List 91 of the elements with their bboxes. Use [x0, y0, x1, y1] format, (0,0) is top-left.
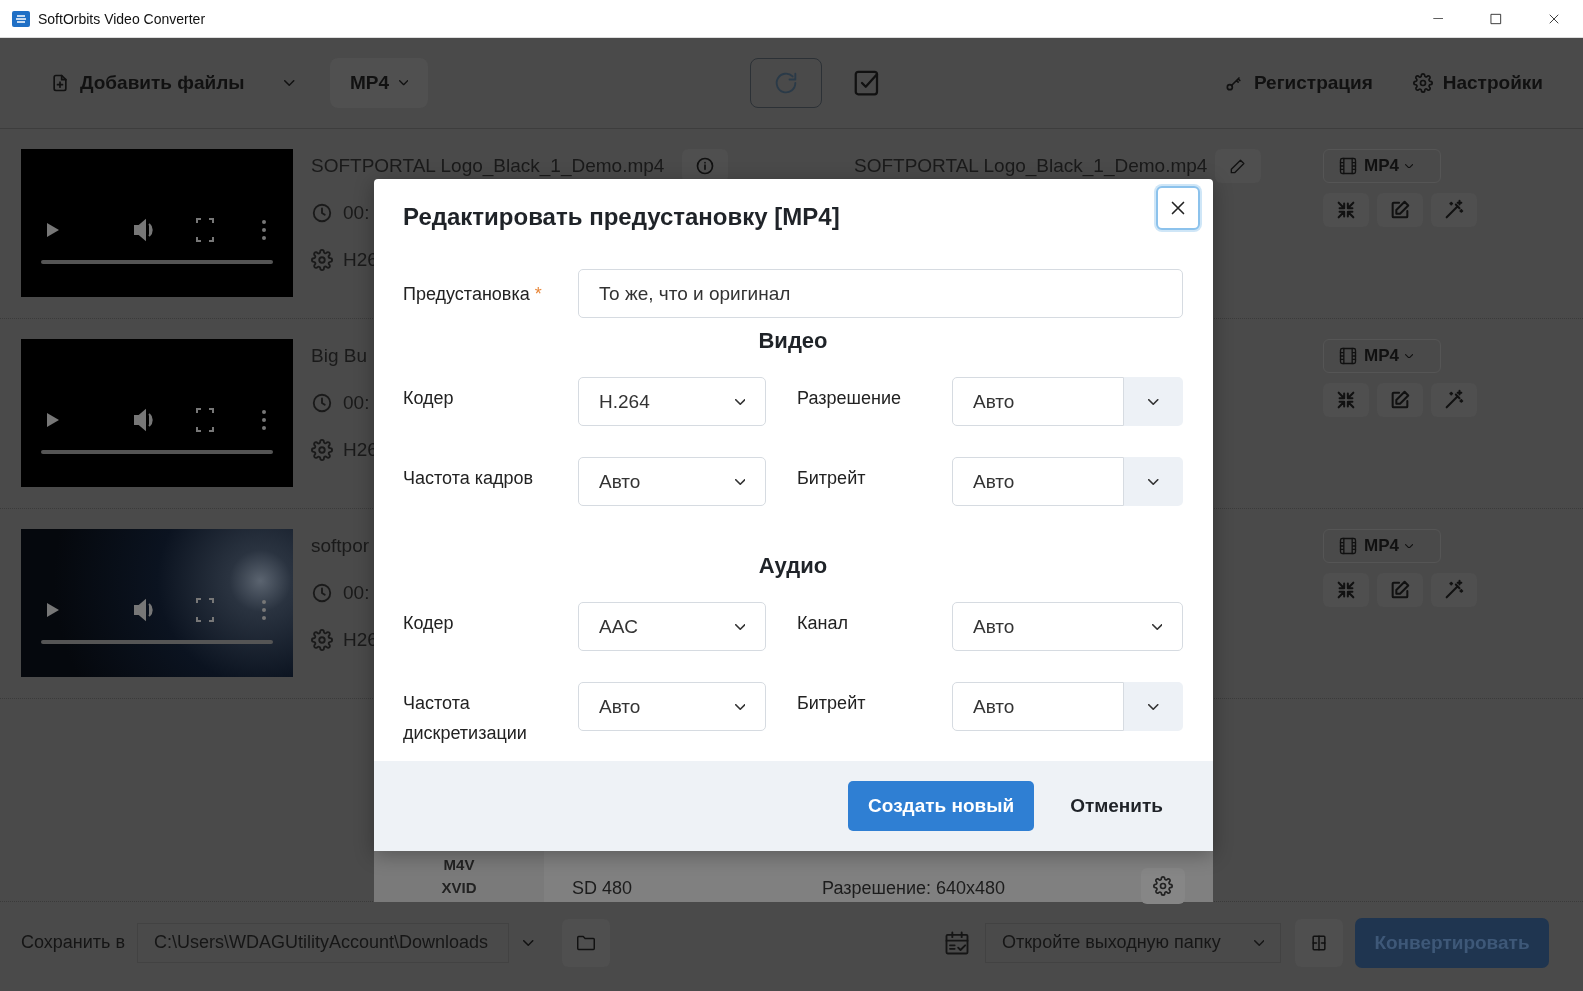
edit-button[interactable] [1377, 193, 1423, 227]
field-label: Кодер [403, 613, 454, 633]
film-icon [1338, 536, 1358, 556]
select-field[interactable]: Авто [578, 682, 766, 731]
chevron-down-icon [734, 623, 745, 630]
select-field[interactable]: Авто [578, 457, 766, 506]
magic-wand-icon [1443, 579, 1465, 601]
rename-button[interactable] [1215, 148, 1262, 183]
field-label: Частота дискретизации [403, 693, 527, 743]
combo-input-field[interactable]: Авто [952, 457, 1124, 506]
film-icon [1338, 346, 1358, 366]
chevron-down-icon [734, 478, 745, 485]
format-dropdown[interactable]: MP4 [1323, 529, 1441, 563]
chevron-down-icon [399, 80, 409, 86]
settings-icon [1153, 876, 1173, 896]
gear-icon [311, 628, 333, 651]
dialog-title: Редактировать предустановку [MP4] [403, 202, 840, 232]
field-label: Канал [797, 613, 848, 633]
file-plus-icon [50, 73, 70, 93]
trim-button[interactable] [1323, 383, 1369, 417]
combo-input-field[interactable]: Авто [952, 682, 1124, 731]
settings-icon [1412, 73, 1433, 93]
film-icon [1338, 156, 1358, 176]
preset-name-field[interactable]: То же, что и оригинал [578, 269, 1183, 318]
edit-icon [1389, 579, 1411, 601]
edit-button[interactable] [1377, 573, 1423, 607]
clock-icon [311, 201, 333, 224]
window-title: SoftOrbits Video Converter [38, 10, 207, 27]
section-title: Видео [757, 327, 829, 355]
chevron-down-icon [1404, 163, 1414, 169]
combo-input-field[interactable]: Авто [952, 377, 1124, 426]
preset-name: SD 480 [572, 878, 634, 899]
effects-button[interactable] [1431, 573, 1477, 607]
resolution-text: Разрешение: 640x480 [822, 878, 1006, 899]
info-icon [695, 155, 716, 176]
field-label: Частота кадров [403, 468, 534, 488]
trim-button[interactable] [1323, 193, 1369, 227]
format-dropdown[interactable]: MP4 [1323, 339, 1441, 373]
chevron-down-icon [1148, 703, 1159, 710]
edit-button[interactable] [1377, 383, 1423, 417]
format-item[interactable]: XVID [441, 876, 477, 899]
cancel-button[interactable]: Отменить [1070, 795, 1163, 817]
create-new-button[interactable]: Создать новый [848, 781, 1035, 831]
close-button[interactable] [1156, 186, 1200, 230]
effects-button[interactable] [1431, 193, 1477, 227]
edit-icon [1389, 199, 1411, 221]
chevron-down-icon [284, 80, 295, 86]
field-label: Разрешение [797, 388, 901, 408]
app-logo-icon [12, 10, 30, 27]
field-label: Битрейт [797, 468, 866, 488]
compare-button[interactable] [1295, 918, 1343, 967]
refresh-button[interactable] [750, 58, 823, 108]
edit-icon [1389, 389, 1411, 411]
minimize-icon [1432, 17, 1444, 20]
chevron-down-icon [1253, 939, 1264, 946]
magic-wand-icon [1443, 389, 1465, 411]
trim-button[interactable] [1323, 573, 1369, 607]
chevron-down-icon [1148, 398, 1159, 405]
gear-icon [311, 438, 333, 461]
select-field[interactable]: H.264 [578, 377, 766, 426]
section-title: Аудио [757, 552, 829, 580]
clock-icon [311, 391, 333, 414]
chevron-down-icon [734, 703, 745, 710]
path-dropdown[interactable] [523, 939, 534, 946]
compress-arrows-icon [1335, 199, 1357, 221]
field-label: Кодер [403, 388, 454, 408]
gear-icon [311, 248, 333, 271]
preset-label: Предустановка [403, 283, 530, 304]
required-mark: * [534, 283, 542, 304]
browse-folder-button[interactable] [561, 918, 610, 967]
registration-button[interactable]: Регистрация [1213, 58, 1383, 108]
clock-icon [311, 581, 333, 604]
select-field[interactable]: Авто [952, 602, 1183, 651]
chevron-down-icon [1148, 478, 1159, 485]
settings-button[interactable]: Настройки [1402, 58, 1553, 108]
chevron-down-icon [734, 398, 745, 405]
field-label: Битрейт [797, 693, 866, 713]
add-files-button[interactable]: Добавить файлы [40, 58, 255, 108]
compress-arrows-icon [1335, 389, 1357, 411]
magic-wand-icon [1443, 199, 1465, 221]
effects-button[interactable] [1431, 383, 1477, 417]
select-field[interactable]: AAC [578, 602, 766, 651]
format-dropdown[interactable]: MP4 [329, 58, 429, 108]
chevron-down-icon [523, 939, 534, 946]
chevron-down-icon [1404, 543, 1414, 549]
chevron-down-icon [1151, 623, 1162, 630]
format-dropdown[interactable]: MP4 [1323, 149, 1441, 183]
preset-settings-button[interactable] [1141, 868, 1185, 904]
chevron-down-icon [1404, 353, 1414, 359]
compress-arrows-icon [1335, 579, 1357, 601]
format-item[interactable]: M4V [443, 853, 475, 876]
